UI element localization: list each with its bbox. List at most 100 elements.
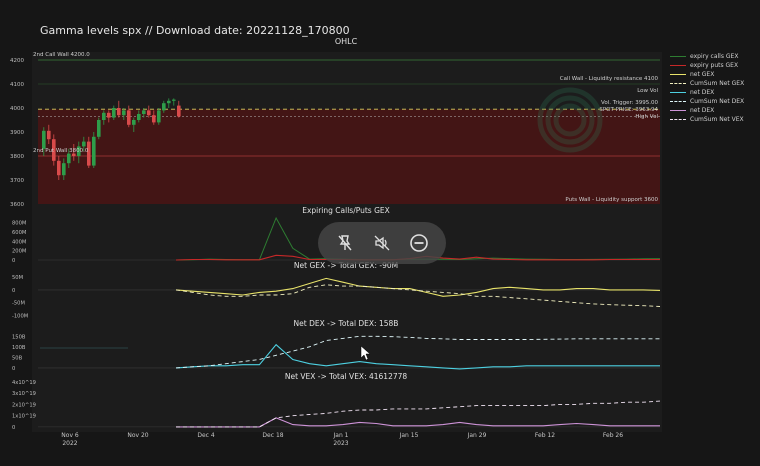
x-tick-label: Feb 12	[535, 432, 555, 439]
legend: expiry calls GEX expiry puts GEX net GEX Cu…	[670, 52, 760, 124]
legend-swatch	[670, 65, 686, 66]
series-line	[175, 335, 660, 369]
y-tick-label: 0	[12, 288, 15, 294]
y-tick-label: 100B	[12, 345, 26, 351]
cursor-icon	[360, 345, 371, 361]
y-tick-label: 800M	[12, 221, 26, 227]
y-tick-label: 4000	[10, 106, 24, 112]
y-tick-label: 50B	[12, 355, 23, 361]
y-tick-label: 150B	[12, 334, 26, 340]
legend-item[interactable]: net DEX	[670, 106, 760, 115]
y-tick-label: 3900	[10, 130, 24, 136]
legend-label: expiry puts GEX	[690, 62, 739, 69]
annotation-spot: SPOT PRICE: 3963.94	[599, 107, 658, 113]
x-tick-year: 2023	[333, 440, 348, 447]
legend-swatch	[670, 110, 686, 111]
legend-swatch	[670, 74, 686, 75]
legend-item[interactable]: CumSum Net VEX	[670, 115, 760, 124]
candle	[132, 120, 136, 125]
candle	[112, 108, 116, 118]
window-frame: Gamma levels spx // Download date: 20221…	[0, 0, 760, 466]
x-tick-label: Feb 26	[603, 432, 623, 439]
candle	[152, 115, 156, 123]
legend-item[interactable]: CumSum Net GEX	[670, 79, 760, 88]
annotation-call-wall-2: 2nd Call Wall 4200.0	[33, 52, 90, 58]
annotation-high-vol: High Vol	[635, 114, 658, 120]
legend-label: CumSum Net DEX	[690, 98, 745, 105]
legend-item[interactable]: net DEX	[670, 88, 760, 97]
x-tick-label: Dec 18	[262, 432, 283, 439]
annotation-vol-trigger: Vol. Trigger: 3995.00	[601, 100, 658, 106]
y-tick-label: 0	[12, 366, 15, 372]
candle	[107, 112, 111, 118]
media-controls	[318, 222, 446, 264]
candle	[137, 114, 141, 120]
high-vol-region	[38, 109, 660, 204]
legend-label: net DEX	[690, 89, 715, 96]
candle	[127, 110, 131, 125]
y-tick-label: 400M	[12, 239, 26, 245]
minus-circle-icon[interactable]	[406, 230, 432, 256]
candle	[142, 110, 146, 114]
candle	[92, 136, 96, 166]
legend-swatch	[670, 92, 686, 93]
y-tick-label: -50M	[12, 301, 25, 307]
y-tick-label: 200M	[12, 249, 26, 255]
chart-title: OHLC	[335, 37, 358, 46]
x-tick-label: Jan 15	[399, 432, 419, 439]
legend-item[interactable]: expiry calls GEX	[670, 52, 760, 61]
candle	[147, 110, 151, 116]
pin-off-icon[interactable]	[332, 230, 358, 256]
x-tick-label: Dec 4	[197, 432, 215, 439]
y-tick-label: 3600	[10, 202, 24, 208]
annotation-low-vol: Low Vol	[637, 88, 658, 94]
series-line	[176, 400, 661, 428]
y-tick-label: 600M	[12, 230, 26, 236]
annotation-put-wall-2: 2nd Put Wall 3800.0	[33, 148, 89, 154]
candle	[117, 108, 121, 116]
legend-item[interactable]: expiry puts GEX	[670, 61, 760, 70]
candle	[57, 160, 61, 176]
legend-label: net GEX	[690, 71, 715, 78]
chart-title: Net DEX -> Total DEX: 158B	[294, 319, 399, 328]
y-tick-label: 0	[12, 425, 15, 431]
mute-icon[interactable]	[369, 230, 395, 256]
x-tick-label: Jan 29	[467, 432, 487, 439]
legend-swatch	[670, 101, 686, 102]
legend-swatch	[670, 83, 686, 84]
legend-label: CumSum Net VEX	[690, 116, 744, 123]
candle	[157, 110, 161, 123]
legend-label: CumSum Net GEX	[690, 80, 745, 87]
legend-label: net DEX	[690, 107, 715, 114]
series-line	[175, 343, 660, 370]
candle	[162, 103, 166, 111]
y-tick-label: 4200	[10, 58, 24, 64]
candle	[42, 130, 46, 149]
candle	[62, 163, 66, 176]
candle	[102, 112, 106, 120]
candle	[177, 105, 181, 117]
legend-item[interactable]: net GEX	[670, 70, 760, 79]
x-tick-label: Jan 1	[333, 432, 349, 439]
series-line	[175, 277, 661, 297]
y-tick-label: 4x10^19	[12, 380, 36, 386]
y-tick-label: 50M	[12, 275, 23, 281]
candle	[47, 130, 51, 140]
candle	[172, 99, 176, 101]
candle	[67, 153, 71, 164]
y-tick-label: 2x10^19	[12, 402, 36, 408]
y-tick-label: -100M	[12, 313, 28, 319]
x-tick-label: Nov 20	[127, 432, 148, 439]
chart-title: Net VEX -> Total VEX: 41612778	[285, 372, 408, 381]
x-tick-label: Nov 6	[61, 432, 79, 439]
legend-label: expiry calls GEX	[690, 53, 739, 60]
annotation-put-wall: Puts Wall - Liquidity support 3600	[565, 197, 658, 203]
y-tick-label: 0	[12, 258, 15, 264]
legend-swatch	[670, 56, 686, 57]
y-tick-label: 3800	[10, 154, 24, 160]
x-tick-year: 2022	[62, 440, 77, 447]
y-tick-label: 4100	[10, 82, 24, 88]
candle	[122, 110, 126, 116]
annotation-call-wall: Call Wall - Liquidity resistance 4100	[560, 76, 659, 82]
legend-item[interactable]: CumSum Net DEX	[670, 97, 760, 106]
